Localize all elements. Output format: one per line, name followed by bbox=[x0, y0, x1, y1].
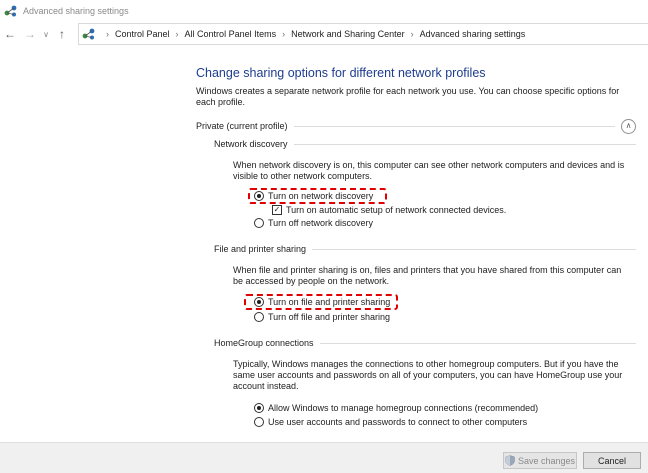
radio-indicator[interactable] bbox=[254, 297, 264, 307]
breadcrumb-all-items[interactable]: All Control Panel Items bbox=[185, 29, 277, 39]
breadcrumb-separator-icon[interactable]: › bbox=[411, 29, 414, 39]
option-label: Turn on automatic setup of network conne… bbox=[286, 205, 507, 215]
navigation-bar: ← → ∨ ↑ › Control Panel › All Control Pa… bbox=[0, 22, 648, 46]
forward-button[interactable]: → bbox=[20, 24, 40, 44]
window-title: Advanced sharing settings bbox=[23, 6, 129, 16]
page-title: Change sharing options for different net… bbox=[196, 66, 486, 80]
divider bbox=[319, 342, 636, 344]
radio-turn-off-network-discovery[interactable]: Turn off network discovery bbox=[254, 217, 373, 229]
section-file-printer-sharing: File and printer sharing bbox=[214, 243, 636, 255]
radio-indicator[interactable] bbox=[254, 218, 264, 228]
up-button[interactable]: ↑ bbox=[52, 24, 72, 44]
checkmark-icon[interactable]: ✓ bbox=[272, 205, 282, 215]
radio-turn-on-network-discovery[interactable]: Turn on network discovery bbox=[254, 190, 373, 202]
breadcrumb-control-panel[interactable]: Control Panel bbox=[115, 29, 170, 39]
option-label: Turn on network discovery bbox=[268, 191, 374, 201]
option-label: Turn off file and printer sharing bbox=[268, 312, 391, 322]
radio-indicator[interactable] bbox=[254, 417, 264, 427]
section-homegroup-connections: HomeGroup connections bbox=[214, 337, 636, 349]
breadcrumb: › Control Panel › All Control Panel Item… bbox=[100, 29, 525, 39]
breadcrumb-separator-icon[interactable]: › bbox=[176, 29, 179, 39]
title-bar: Advanced sharing settings bbox=[0, 0, 648, 22]
radio-use-user-accounts[interactable]: Use user accounts and passwords to conne… bbox=[254, 416, 527, 428]
profile-label: Private (current profile) bbox=[196, 121, 288, 131]
option-label: Turn on file and printer sharing bbox=[268, 297, 391, 307]
homegroup-description: Typically, Windows manages the connectio… bbox=[233, 359, 623, 391]
network-sharing-icon bbox=[4, 5, 17, 17]
save-changes-label: Save changes bbox=[517, 455, 576, 466]
file-printer-sharing-description: When file and printer sharing is on, fil… bbox=[233, 265, 622, 286]
option-label: Allow Windows to manage homegroup connec… bbox=[268, 403, 539, 413]
recent-locations-dropdown[interactable]: ∨ bbox=[40, 24, 52, 44]
section-network-discovery: Network discovery bbox=[214, 138, 636, 150]
profile-header-private[interactable]: Private (current profile) ∧ bbox=[196, 118, 636, 134]
back-button[interactable]: ← bbox=[0, 24, 20, 44]
radio-allow-windows-manage-homegroup[interactable]: Allow Windows to manage homegroup connec… bbox=[254, 402, 538, 414]
address-bar[interactable]: › Control Panel › All Control Panel Item… bbox=[78, 23, 648, 45]
breadcrumb-separator-icon[interactable]: › bbox=[282, 29, 285, 39]
radio-turn-off-file-printer-sharing[interactable]: Turn off file and printer sharing bbox=[254, 311, 390, 323]
network-sharing-icon bbox=[82, 28, 95, 40]
divider bbox=[312, 248, 636, 250]
option-label: Use user accounts and passwords to conne… bbox=[268, 417, 528, 427]
option-label: Turn off network discovery bbox=[268, 218, 374, 228]
settings-content: Change sharing options for different net… bbox=[0, 46, 648, 442]
radio-indicator[interactable] bbox=[254, 403, 264, 413]
section-title: File and printer sharing bbox=[214, 244, 307, 254]
divider bbox=[293, 143, 636, 145]
section-title: HomeGroup connections bbox=[214, 338, 314, 348]
breadcrumb-separator-icon[interactable]: › bbox=[106, 29, 109, 39]
breadcrumb-network-sharing-center[interactable]: Network and Sharing Center bbox=[291, 29, 405, 39]
divider bbox=[293, 125, 615, 127]
radio-indicator[interactable] bbox=[254, 191, 264, 201]
save-changes-button[interactable]: Save changes bbox=[503, 452, 577, 469]
chevron-up-icon[interactable]: ∧ bbox=[621, 118, 636, 134]
uac-shield-icon bbox=[505, 455, 515, 466]
radio-indicator[interactable] bbox=[254, 312, 264, 322]
section-title: Network discovery bbox=[214, 139, 288, 149]
checkbox-auto-setup[interactable]: ✓ Turn on automatic setup of network con… bbox=[272, 204, 506, 216]
breadcrumb-advanced-sharing[interactable]: Advanced sharing settings bbox=[420, 29, 526, 39]
cancel-button[interactable]: Cancel bbox=[583, 452, 641, 469]
network-discovery-description: When network discovery is on, this compu… bbox=[233, 160, 625, 181]
footer-bar: Save changes Cancel bbox=[0, 442, 648, 473]
radio-turn-on-file-printer-sharing[interactable]: Turn on file and printer sharing bbox=[254, 296, 390, 308]
page-description: Windows creates a separate network profi… bbox=[196, 86, 620, 107]
